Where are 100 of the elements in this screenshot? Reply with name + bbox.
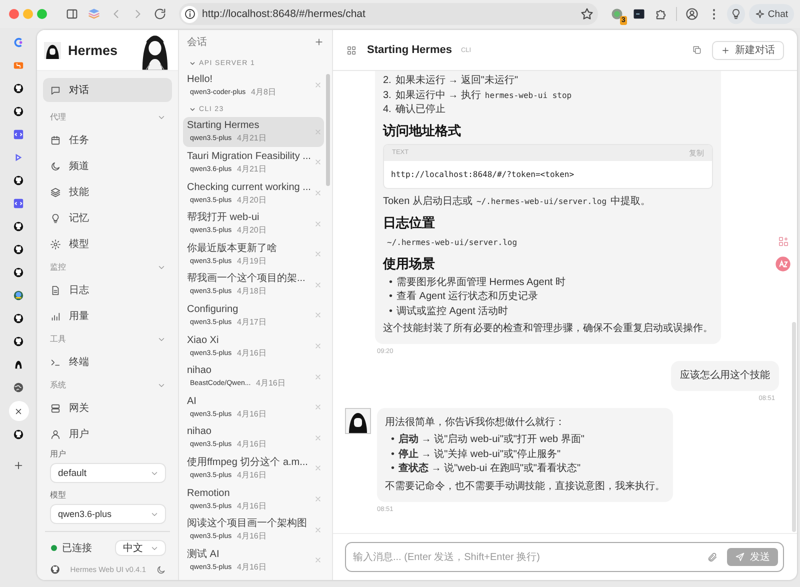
session-date: 4月16日	[236, 532, 266, 541]
session-title: 帮我画一个这个项目的架...	[187, 272, 306, 286]
delete-icon[interactable]	[314, 372, 322, 381]
lightbulb-icon[interactable]	[730, 8, 742, 20]
delete-icon[interactable]	[314, 250, 322, 258]
nav-item[interactable]: 日志	[43, 277, 172, 303]
app-icon[interactable]	[13, 382, 24, 393]
reload-icon[interactable]	[153, 7, 167, 21]
chevron-icon[interactable]	[189, 106, 196, 114]
delete-icon[interactable]	[314, 434, 322, 442]
delete-icon[interactable]	[314, 342, 322, 350]
chat-title: Starting Hermes	[367, 44, 452, 56]
app-icon[interactable]	[13, 244, 24, 255]
delete-icon[interactable]	[314, 158, 322, 166]
puzzle-icon[interactable]	[654, 7, 668, 21]
app-icon[interactable]	[13, 429, 24, 440]
select-field[interactable]: 中文	[115, 540, 166, 556]
session-title: Xiao Xi	[187, 334, 220, 347]
message-text: 应该怎么用这个技能	[680, 369, 770, 383]
chevron-icon[interactable]	[189, 60, 196, 66]
session-title: nihao	[187, 364, 212, 378]
nav-item[interactable]: 用量	[43, 303, 172, 329]
session-title: Tauri Migration Feasibility ...	[187, 150, 312, 163]
bookmark-star-icon[interactable]	[580, 7, 594, 21]
delete-icon[interactable]	[314, 556, 322, 564]
session-date: 4月16日	[236, 562, 266, 572]
select-field[interactable]: default	[50, 463, 166, 483]
extension-icon[interactable]	[632, 7, 646, 21]
copy-icon[interactable]	[692, 45, 702, 55]
grid-icon[interactable]	[346, 44, 357, 56]
apps-icon[interactable]	[778, 236, 788, 247]
session-title: Checking current working ...	[187, 180, 312, 194]
delete-icon[interactable]	[314, 495, 322, 504]
delete-icon[interactable]	[314, 81, 322, 90]
nav-item[interactable]: 对话	[43, 78, 172, 102]
app-icon[interactable]	[13, 106, 24, 117]
nav-item[interactable]: 记忆	[43, 205, 172, 231]
chat-button[interactable]: Chat	[748, 4, 794, 24]
list-marker: •	[389, 276, 393, 290]
github-icon[interactable]	[50, 564, 60, 575]
delete-icon[interactable]	[314, 189, 322, 198]
app-icon[interactable]	[13, 359, 24, 370]
session-date: 4月20日	[236, 226, 266, 236]
delete-icon[interactable]	[314, 220, 322, 228]
session-title: Configuring	[187, 302, 240, 316]
nav-item[interactable]: 用户	[43, 421, 172, 447]
session-date: 4月16日	[236, 471, 266, 480]
app-icon[interactable]	[13, 267, 24, 278]
nav-item[interactable]: 网关	[43, 395, 172, 421]
list-marker: •	[389, 304, 393, 318]
profile-icon[interactable]	[685, 7, 700, 21]
session-date: 4月16日	[236, 410, 266, 419]
sun-icon	[50, 238, 61, 250]
layers-icon[interactable]	[87, 7, 101, 21]
info-icon[interactable]	[184, 8, 196, 20]
section-heading: 访问地址格式	[383, 122, 462, 140]
avatar-icon	[44, 42, 61, 58]
send-icon	[735, 552, 745, 562]
section-label: 代理	[50, 112, 66, 123]
app-icon[interactable]	[13, 83, 24, 94]
message-text: Token 从启动日志或 ~/.hermes-web-ui/server.log 中提取。	[383, 194, 652, 208]
select-field[interactable]: qwen3.6-plus	[50, 504, 166, 524]
moon-icon[interactable]	[156, 564, 166, 574]
delete-icon[interactable]	[314, 464, 322, 472]
close-button[interactable]	[8, 401, 28, 421]
delete-icon[interactable]	[314, 403, 322, 412]
delete-icon[interactable]	[314, 311, 322, 320]
new-chat-button[interactable]: 新建对话	[712, 40, 784, 60]
field-label: 用户	[50, 448, 67, 460]
nav-item[interactable]: 频道	[43, 153, 172, 179]
delete-icon[interactable]	[314, 526, 322, 534]
nav-item[interactable]: 任务	[43, 127, 172, 153]
session-title: 阅读这个项目画一个架构图	[187, 517, 308, 530]
paperclip-icon[interactable]	[707, 552, 718, 562]
session-date: 4月16日	[236, 440, 266, 450]
close-icon	[14, 406, 23, 416]
list-marker: •	[389, 290, 393, 304]
nav-item[interactable]: 终端	[43, 349, 172, 375]
section-label: 工具	[50, 334, 66, 345]
delete-icon[interactable]	[314, 280, 322, 289]
nav-item[interactable]: 技能	[43, 179, 172, 205]
session-title: Hello!	[187, 72, 214, 86]
list-item-text: 启动 → 说"启动 web-ui"或"打开 web 界面"	[398, 433, 584, 447]
extension-icon[interactable]	[610, 7, 624, 21]
translate-icon[interactable]	[775, 256, 791, 272]
app-icon[interactable]	[13, 175, 24, 186]
sidebar-toggle-icon[interactable]	[65, 7, 79, 21]
app-icon[interactable]	[13, 313, 24, 324]
app-icon[interactable]	[13, 221, 24, 232]
nav-item[interactable]: 模型	[43, 231, 172, 257]
bar-chart-icon	[50, 310, 61, 322]
message-text: 这个技能封装了所有必要的检查和管理步骤，确保不会重复启动或误操作。	[383, 322, 713, 336]
app-icon[interactable]	[13, 336, 24, 347]
add-icon[interactable]	[314, 37, 324, 47]
message-text: 不需要记命令，也不需要手动调技能，直接说意图，我来执行。	[385, 480, 665, 494]
add-icon[interactable]	[13, 460, 24, 471]
list-item-text: 如果运行中 → 执行 hermes-web-ui stop	[395, 88, 573, 102]
session-title: nihao	[187, 425, 212, 438]
plus-icon	[721, 46, 730, 54]
app-title: Hermes	[68, 42, 119, 58]
